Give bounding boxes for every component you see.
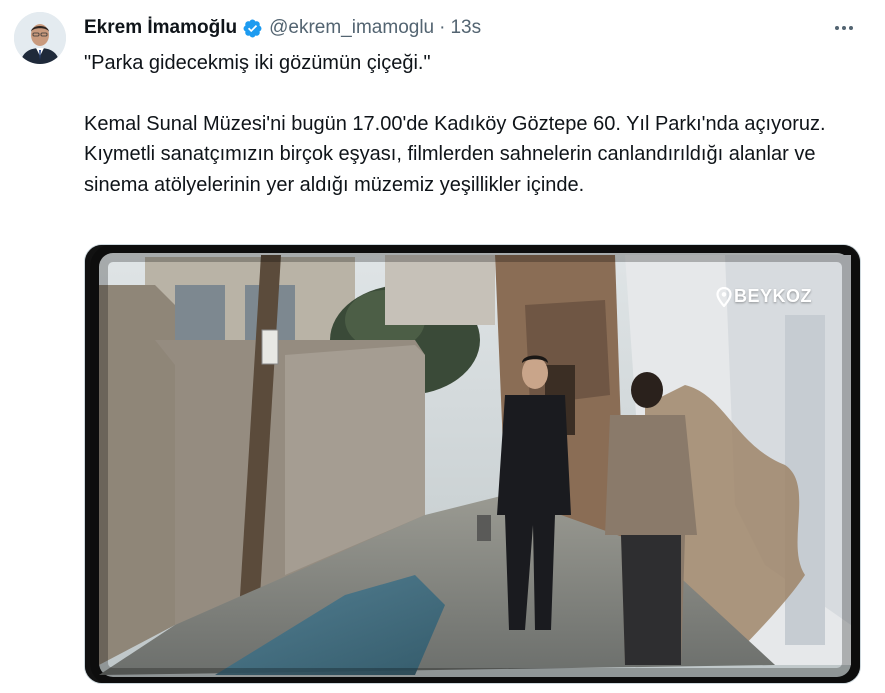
video-frame [85, 245, 860, 683]
more-options-button[interactable] [826, 16, 862, 40]
video-location-tag: BEYKOZ [716, 286, 812, 307]
author-avatar[interactable] [14, 12, 66, 64]
separator-dot: · [439, 17, 446, 38]
author-name[interactable]: Ekrem İmamoğlu [84, 17, 237, 39]
tweet-quote-line: "Parka gidecekmiş iki gözümün çiçeği." [84, 52, 431, 74]
tweet-header: Ekrem İmamoğlu @ekrem_imamoglu · 13s [84, 15, 481, 41]
tweet-timestamp[interactable]: 13s [450, 17, 481, 39]
more-horizontal-icon [835, 26, 853, 30]
location-label: BEYKOZ [733, 286, 812, 306]
author-handle[interactable]: @ekrem_imamoglu [269, 17, 434, 39]
avatar-image [14, 12, 66, 64]
tweet-video[interactable]: BEYKOZ [84, 244, 861, 684]
verified-badge-icon [242, 18, 263, 39]
tweet-text: "Parka gidecekmiş iki gözümün çiçeği." K… [84, 48, 864, 200]
location-pin-icon [716, 286, 732, 307]
tweet-body-paragraph: Kemal Sunal Müzesi'ni bugün 17.00'de Kad… [84, 112, 826, 196]
